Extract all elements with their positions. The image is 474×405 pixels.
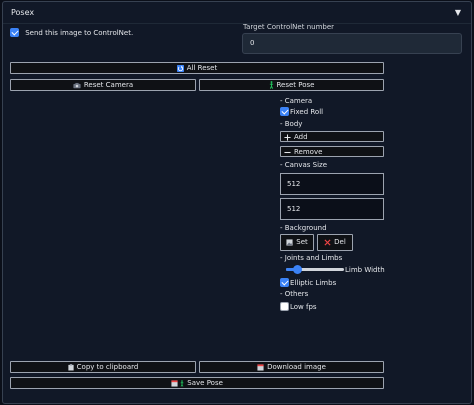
elliptic-limbs-row[interactable]: Elliptic Limbs xyxy=(280,278,336,287)
panel-title: Posex xyxy=(11,8,35,17)
reset-camera-label: Reset Camera xyxy=(83,81,134,89)
camera-heading: - Camera xyxy=(280,97,313,105)
copy-to-clipboard-button[interactable]: Copy to clipboard xyxy=(10,361,196,373)
add-label: Add xyxy=(294,133,308,141)
download-image-button[interactable]: Download image xyxy=(199,361,384,373)
canvas-height-input[interactable]: 512 xyxy=(280,198,384,220)
camera-icon xyxy=(73,80,81,90)
low-fps-label: Low fps xyxy=(290,302,317,311)
send-to-controlnet-row[interactable]: Send this image to ControlNet. xyxy=(10,28,133,37)
clipboard-icon xyxy=(68,362,74,372)
reset-pose-button[interactable]: Reset Pose xyxy=(199,79,384,91)
all-reset-label: All Reset xyxy=(186,64,218,72)
cross-icon xyxy=(324,235,331,250)
body-heading: - Body xyxy=(280,120,303,128)
remove-body-button[interactable]: Remove xyxy=(280,146,384,157)
low-fps-checkbox[interactable] xyxy=(280,302,289,311)
elliptic-limbs-label: Elliptic Limbs xyxy=(290,278,337,287)
reset-camera-button[interactable]: Reset Camera xyxy=(10,79,196,91)
set-background-button[interactable]: Set xyxy=(280,234,314,251)
add-body-button[interactable]: Add xyxy=(280,131,384,142)
del-label: Del xyxy=(334,238,346,246)
figure-icon xyxy=(269,80,274,90)
background-heading: - Background xyxy=(280,224,327,232)
send-to-controlnet-label: Send this image to ControlNet. xyxy=(25,28,134,37)
others-heading: - Others xyxy=(280,290,309,298)
download-icon xyxy=(257,362,264,372)
save-pose-button[interactable]: Save Pose xyxy=(10,377,384,389)
send-to-controlnet-checkbox[interactable] xyxy=(10,28,19,37)
copy-label: Copy to clipboard xyxy=(76,363,139,371)
fixed-roll-checkbox[interactable] xyxy=(280,107,289,116)
fixed-roll-label: Fixed Roll xyxy=(290,107,324,116)
all-reset-button[interactable]: All Reset xyxy=(10,62,384,74)
remove-label: Remove xyxy=(294,148,323,156)
plus-icon xyxy=(284,132,291,142)
target-controlnet-label: Target ControlNet number xyxy=(243,23,335,31)
save-pose-label: Save Pose xyxy=(187,379,223,387)
low-fps-row[interactable]: Low fps xyxy=(280,302,317,311)
collapse-icon[interactable]: ▼ xyxy=(455,8,461,17)
limb-width-label: Limb Width xyxy=(345,266,385,274)
joints-limbs-heading: - Joints and Limbs xyxy=(280,254,343,262)
image-icon xyxy=(286,235,293,250)
canvas-size-heading: - Canvas Size xyxy=(280,161,328,169)
download-label: Download image xyxy=(267,363,326,371)
save-icon xyxy=(171,378,184,388)
elliptic-limbs-checkbox[interactable] xyxy=(280,278,289,287)
fixed-roll-row[interactable]: Fixed Roll xyxy=(280,107,323,116)
delete-background-button[interactable]: Del xyxy=(317,234,353,251)
panel-header[interactable]: Posex ▼ xyxy=(3,2,471,24)
minus-icon xyxy=(284,147,291,157)
reset-pose-label: Reset Pose xyxy=(276,81,315,89)
set-label: Set xyxy=(296,238,308,246)
target-controlnet-input[interactable]: 0 xyxy=(242,33,462,54)
canvas-width-input[interactable]: 512 xyxy=(280,173,384,195)
reset-icon xyxy=(176,63,184,73)
